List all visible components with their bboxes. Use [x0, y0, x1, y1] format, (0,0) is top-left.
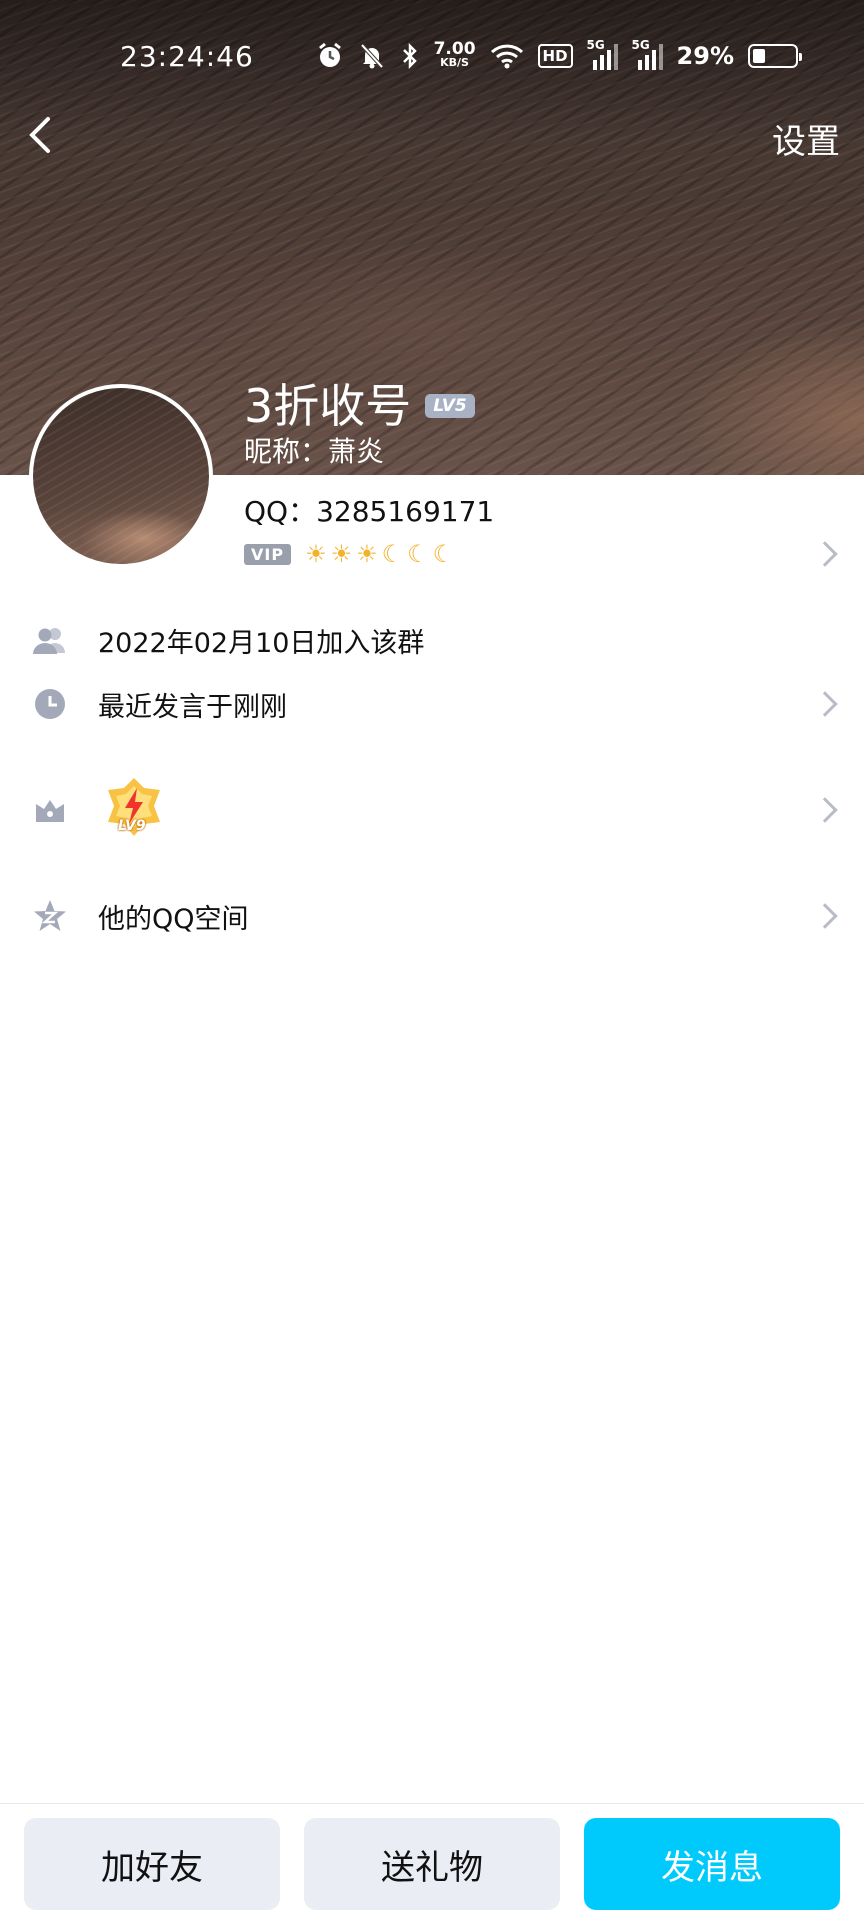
send-message-button[interactable]: 发消息: [584, 1818, 840, 1910]
members-icon: [32, 622, 68, 658]
add-friend-button[interactable]: 加好友: [24, 1818, 280, 1910]
badge-level-label: LV9: [118, 818, 146, 834]
sun-icon: ☀: [330, 540, 353, 568]
chevron-right-icon[interactable]: [812, 541, 838, 567]
status-bar: 23:24:46 7.00 KB/S HD 5G 5G 29%: [0, 30, 864, 86]
last-spoke-row[interactable]: 最近发言于刚刚: [0, 676, 864, 732]
lightning-badge-icon: LV9: [104, 776, 164, 842]
qq-level-icons: ☀ ☀ ☀ ☾ ☾ ☾: [305, 540, 454, 568]
moon-icon: ☾: [381, 540, 404, 568]
network-speed-value: 7.00: [433, 39, 476, 59]
last-spoke-text: 最近发言于刚刚: [98, 691, 287, 723]
bottom-action-bar: 加好友 送礼物 发消息: [0, 1803, 864, 1920]
sun-icon: ☀: [356, 540, 378, 568]
qzone-label: 他的QQ空间: [98, 903, 249, 935]
status-icons: 7.00 KB/S HD 5G 5G 29%: [316, 38, 802, 72]
signal-2-icon: 5G: [632, 38, 663, 70]
chevron-right-icon: [812, 797, 838, 823]
qzone-row[interactable]: 他的QQ空间: [0, 888, 864, 944]
signal-1-label: 5G: [586, 38, 605, 52]
battery-icon: [748, 44, 802, 68]
alarm-icon: [316, 40, 344, 72]
qzone-star-icon: [32, 898, 68, 934]
settings-button[interactable]: 设置: [772, 114, 840, 163]
network-speed: 7.00 KB/S: [434, 40, 476, 72]
wifi-icon: [490, 40, 524, 72]
name-row: 3折收号 LV5: [244, 370, 475, 436]
profile-name: 3折收号: [244, 379, 412, 433]
back-button[interactable]: [14, 108, 68, 162]
signal-2-label: 5G: [631, 38, 650, 52]
hd-voice-badge: HD: [537, 44, 573, 68]
badge-row[interactable]: LV9: [0, 778, 864, 838]
vip-tag: VIP: [244, 543, 292, 565]
crown-icon: [32, 792, 68, 828]
chevron-right-icon: [812, 903, 838, 929]
battery-percent: 29%: [676, 42, 734, 70]
qq-number: QQ：3285169171: [244, 495, 495, 528]
nickname: 昵称：萧炎: [244, 435, 385, 468]
sun-icon: ☀: [305, 540, 327, 568]
moon-icon: ☾: [407, 540, 429, 568]
level-badge: LV5: [425, 394, 475, 418]
chevron-left-icon: [29, 117, 50, 153]
joined-group-row: 2022年02月10日加入该群: [0, 612, 864, 668]
clock-icon: [32, 686, 68, 722]
signal-1-icon: 5G: [587, 38, 618, 70]
status-time: 23:24:46: [120, 40, 254, 73]
chevron-right-icon: [812, 691, 838, 717]
bluetooth-icon: [400, 40, 420, 72]
network-speed-unit: KB/S: [440, 56, 469, 69]
mute-bell-icon: [358, 40, 386, 72]
vip-level-row[interactable]: VIP ☀ ☀ ☀ ☾ ☾ ☾: [244, 540, 454, 568]
joined-date: 2022年02月10日加入该群: [98, 627, 425, 659]
avatar[interactable]: [29, 384, 213, 568]
send-gift-button[interactable]: 送礼物: [304, 1818, 560, 1910]
battery-fill: [753, 49, 765, 63]
moon-icon: ☾: [432, 540, 455, 568]
